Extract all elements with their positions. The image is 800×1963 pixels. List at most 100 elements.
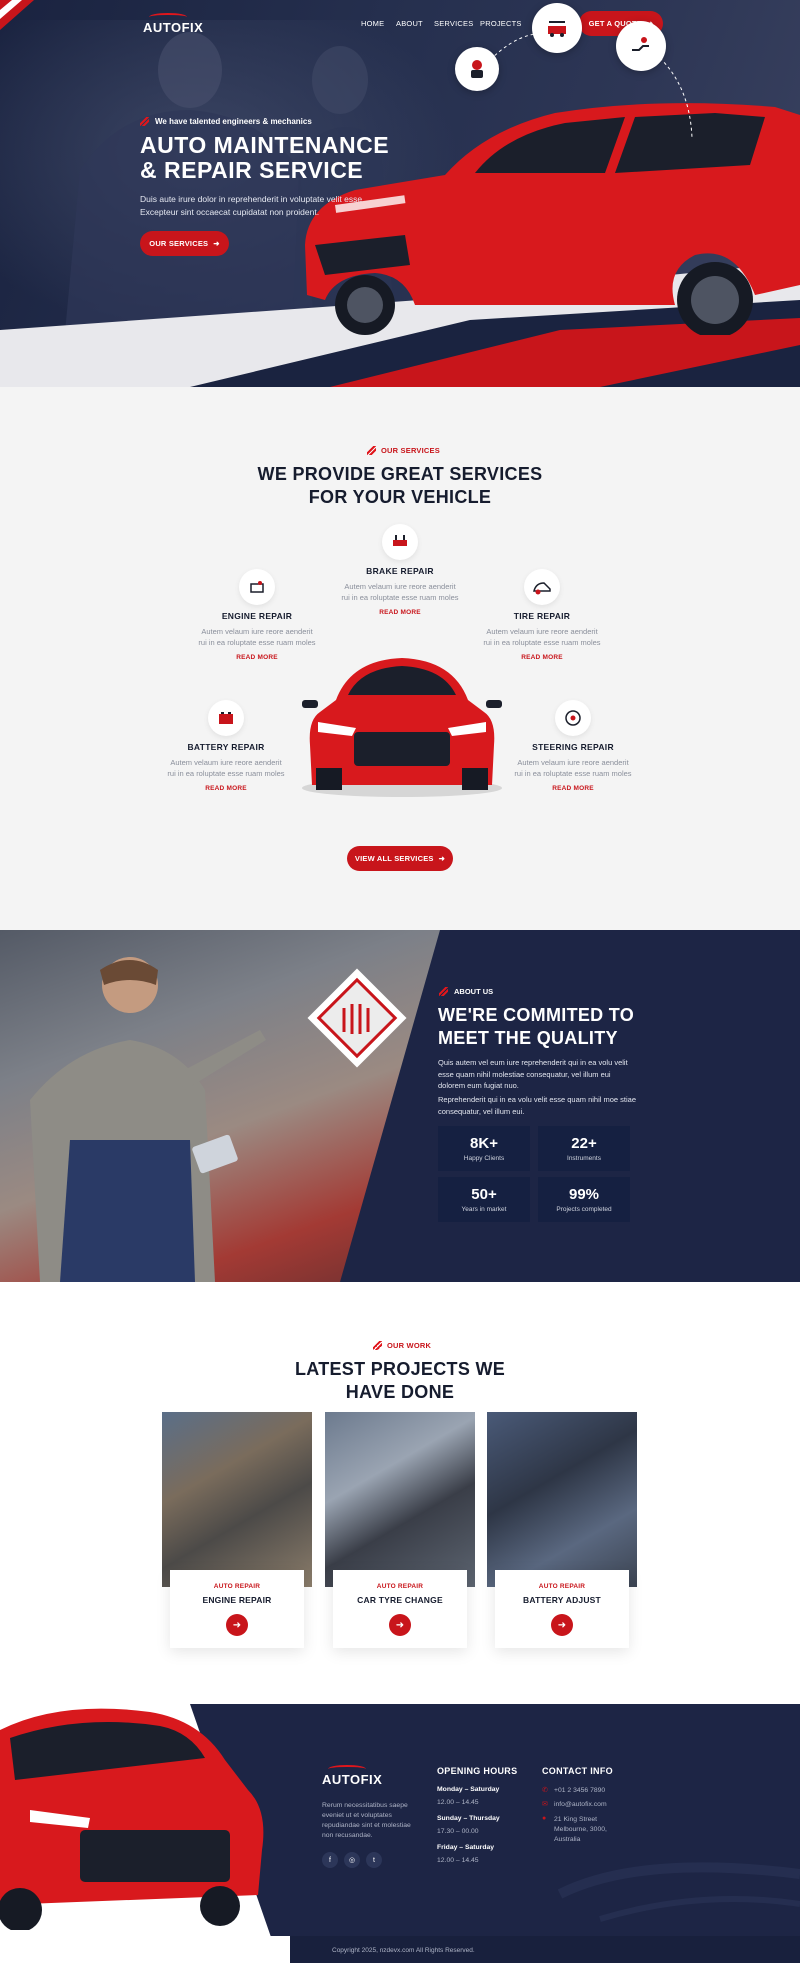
nav-about[interactable]: ABOUT bbox=[396, 19, 423, 28]
projects-title-line2: HAVE DONE bbox=[345, 1382, 455, 1402]
services-kicker: OUR SERVICES bbox=[367, 446, 440, 455]
mail-icon: ✉ bbox=[542, 1801, 548, 1808]
battery-icon bbox=[208, 700, 244, 736]
logo-swoosh-icon bbox=[149, 13, 187, 21]
arrow-right-icon[interactable]: ➜ bbox=[551, 1614, 573, 1636]
contact-email[interactable]: info@autofix.com bbox=[554, 1800, 607, 1810]
copyright-text: Copyright 2025, nzdevx.com All Rights Re… bbox=[332, 1947, 475, 1954]
footer-car-image bbox=[0, 1708, 264, 1930]
facebook-icon[interactable]: f bbox=[322, 1852, 338, 1868]
service-card-steering[interactable]: STEERING REPAIR Autem velaum iure reore … bbox=[513, 700, 633, 792]
stat-value: 99% bbox=[568, 1186, 600, 1203]
logo-swoosh-icon bbox=[328, 1765, 366, 1773]
instagram-icon[interactable]: ◎ bbox=[344, 1852, 360, 1868]
service-title: BATTERY REPAIR bbox=[187, 742, 265, 752]
service-title: ENGINE REPAIR bbox=[221, 611, 293, 621]
arrow-right-icon[interactable]: ➜ bbox=[226, 1614, 248, 1636]
footer-logo[interactable]: AUTOFIX bbox=[322, 1765, 383, 1787]
hero-title-line2: & REPAIR SERVICE bbox=[140, 157, 364, 183]
view-all-services-label: VIEW ALL SERVICES bbox=[354, 854, 434, 863]
read-more-link[interactable]: READ MORE bbox=[482, 654, 602, 661]
about-kicker-text: ABOUT US bbox=[454, 987, 494, 996]
stat-label: Instruments bbox=[567, 1155, 601, 1162]
read-more-link[interactable]: READ MORE bbox=[513, 785, 633, 792]
our-services-button[interactable]: OUR SERVICES ➜ bbox=[140, 231, 229, 256]
project-info: AUTO REPAIR BATTERY ADJUST ➜ bbox=[495, 1570, 629, 1648]
stat-value: 22+ bbox=[571, 1135, 597, 1152]
arrow-right-icon[interactable]: ➜ bbox=[389, 1614, 411, 1636]
projects-title: LATEST PROJECTS WE HAVE DONE bbox=[200, 1358, 600, 1404]
arrow-right-icon: ➜ bbox=[438, 854, 446, 863]
services-title: WE PROVIDE GREAT SERVICES FOR YOUR VEHIC… bbox=[200, 463, 600, 509]
about-title-line1: WE'RE COMMITED TO bbox=[438, 1005, 635, 1025]
service-card-engine[interactable]: ENGINE REPAIR Autem velaum iure reore ae… bbox=[197, 569, 317, 661]
stat-label: Years in market bbox=[461, 1206, 507, 1213]
footer-about-text: Rerum necessitatibus saepe eveniet ut et… bbox=[322, 1802, 411, 1839]
service-title: STEERING REPAIR bbox=[532, 742, 614, 752]
address-line: 21 King Street bbox=[554, 1816, 598, 1823]
logo-text: AUTOFIX bbox=[143, 20, 204, 35]
project-name: CAR TYRE CHANGE bbox=[357, 1595, 443, 1605]
tire-icon bbox=[524, 569, 560, 605]
stat-card: 8K+ Happy Clients bbox=[438, 1126, 530, 1171]
hero-desc-line1: Duis aute irure dolor in reprehenderit i… bbox=[140, 194, 363, 204]
service-card-battery[interactable]: BATTERY REPAIR Autem velaum iure reore a… bbox=[166, 700, 286, 792]
phone-icon: ✆ bbox=[542, 1787, 548, 1794]
location-icon: ● bbox=[542, 1815, 547, 1822]
hero-desc-line2: Excepteur sint occaecat cupidatat non pr… bbox=[140, 207, 320, 217]
arrow-right-icon: ➜ bbox=[213, 239, 220, 248]
hero-tagline: We have talented engineers & mechanics bbox=[140, 117, 312, 126]
footer-logo-text: AUTOFIX bbox=[322, 1772, 383, 1787]
services-title-line2: FOR YOUR VEHICLE bbox=[308, 487, 492, 507]
contact-address: 21 King Street Melbourne, 3000, Australi… bbox=[554, 1815, 607, 1845]
about-section bbox=[0, 930, 800, 1282]
about-paragraph-2: Reprehenderit qui in ea volu velit esse … bbox=[438, 1095, 637, 1116]
engine-icon bbox=[239, 569, 275, 605]
stat-card: 22+ Instruments bbox=[538, 1126, 630, 1171]
hours-time: 12.00 – 14.45 bbox=[437, 1857, 479, 1864]
projects-kicker: OUR WORK bbox=[373, 1341, 431, 1350]
project-card[interactable]: AUTO REPAIR BATTERY ADJUST ➜ bbox=[487, 1412, 637, 1648]
read-more-link[interactable]: READ MORE bbox=[197, 654, 317, 661]
hero-description: Duis aute irure dolor in reprehenderit i… bbox=[140, 193, 440, 219]
about-decor bbox=[30, 930, 800, 1282]
projects-title-line1: LATEST PROJECTS WE bbox=[294, 1359, 506, 1379]
twitter-icon[interactable]: t bbox=[366, 1852, 382, 1868]
project-name: BATTERY ADJUST bbox=[523, 1595, 601, 1605]
contact-info-heading: CONTACT INFO bbox=[542, 1766, 613, 1776]
double-slash-icon bbox=[140, 117, 149, 126]
our-services-label: OUR SERVICES bbox=[149, 239, 209, 248]
project-card[interactable]: AUTO REPAIR ENGINE REPAIR ➜ bbox=[162, 1412, 312, 1648]
hours-day: Friday – Saturday bbox=[437, 1844, 495, 1851]
hours-time: 12.00 – 14.45 bbox=[437, 1799, 479, 1806]
hours-day: Sunday – Thursday bbox=[437, 1815, 500, 1822]
site-logo[interactable]: AUTOFIX bbox=[143, 13, 204, 35]
service-desc: Autem velaum iure reore aenderit rui in … bbox=[198, 627, 316, 647]
hand-service-icon bbox=[616, 21, 666, 71]
nav-services[interactable]: SERVICES bbox=[434, 19, 473, 28]
service-desc: Autem velaum iure reore aenderit rui in … bbox=[483, 627, 601, 647]
project-category: AUTO REPAIR bbox=[376, 1583, 424, 1590]
view-all-services-button[interactable]: VIEW ALL SERVICES ➜ bbox=[347, 846, 453, 871]
double-slash-icon bbox=[373, 1341, 382, 1350]
footer-section: AUTOFIX Rerum necessitatibus saepe eveni… bbox=[0, 1704, 800, 1963]
nav-home[interactable]: HOME bbox=[361, 19, 384, 28]
about-title: WE'RE COMMITED TO MEET THE QUALITY bbox=[438, 1004, 634, 1050]
service-title: TIRE REPAIR bbox=[513, 611, 571, 621]
service-title: BRAKE REPAIR bbox=[366, 566, 434, 576]
read-more-link[interactable]: READ MORE bbox=[166, 785, 286, 792]
projects-kicker-text: OUR WORK bbox=[387, 1341, 432, 1350]
read-more-link[interactable]: READ MORE bbox=[340, 609, 460, 616]
services-car-image bbox=[302, 658, 502, 797]
contact-phone[interactable]: +01 2 3456 7890 bbox=[554, 1786, 605, 1796]
service-card-tire[interactable]: TIRE REPAIR Autem velaum iure reore aend… bbox=[482, 569, 602, 661]
stat-value: 50+ bbox=[471, 1186, 497, 1203]
double-slash-icon bbox=[367, 446, 376, 455]
project-card[interactable]: AUTO REPAIR CAR TYRE CHANGE ➜ bbox=[325, 1412, 475, 1648]
oil-service-icon bbox=[455, 47, 499, 91]
nav-projects[interactable]: PROJECTS bbox=[480, 19, 522, 28]
project-name: ENGINE REPAIR bbox=[202, 1595, 272, 1605]
services-kicker-text: OUR SERVICES bbox=[381, 446, 440, 455]
double-slash-icon bbox=[439, 987, 448, 996]
service-card-brake[interactable]: BRAKE REPAIR Autem velaum iure reore aen… bbox=[340, 524, 460, 616]
